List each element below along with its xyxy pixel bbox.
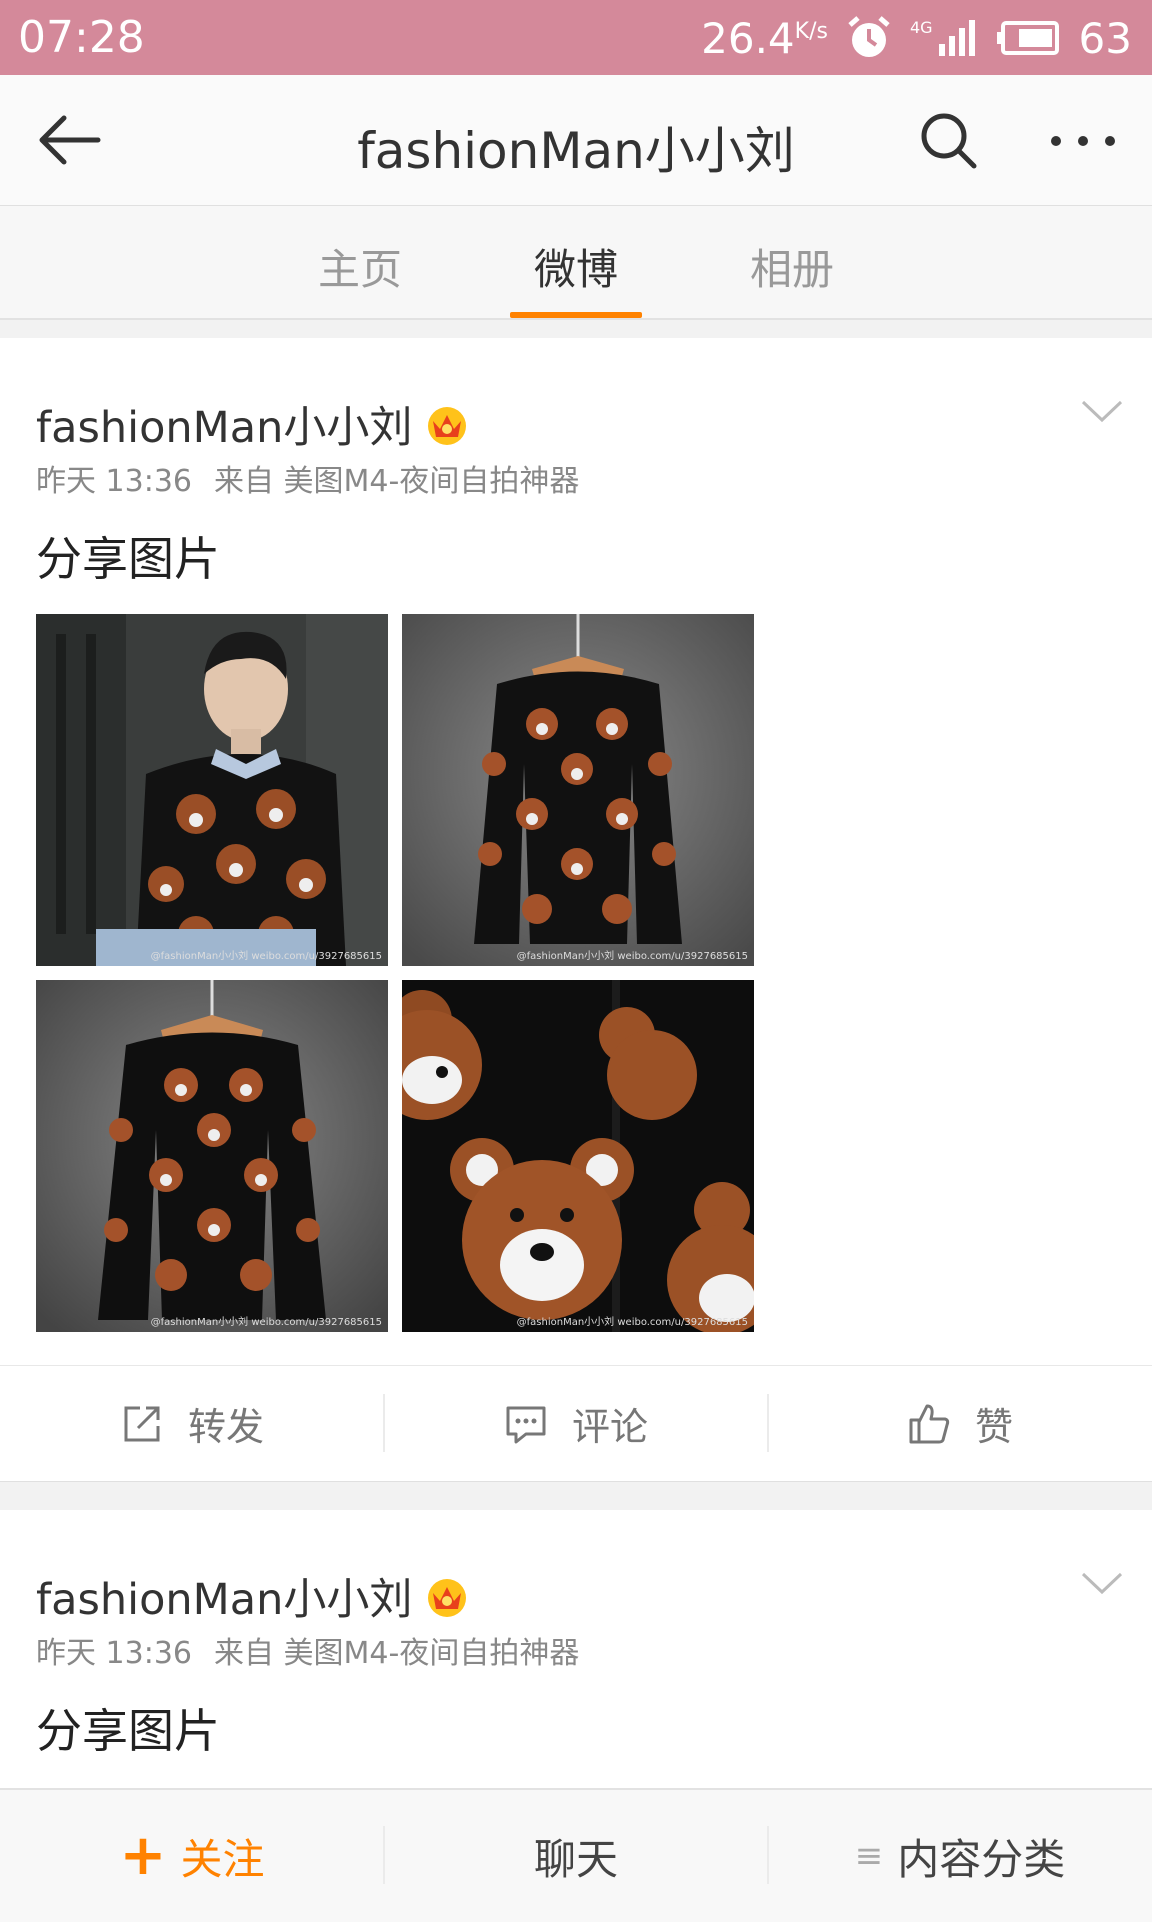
profile-tabs: 主页 微博 相册 xyxy=(0,206,1152,320)
like-button[interactable]: 赞 xyxy=(768,1366,1152,1481)
post-actions: 转发 评论 赞 xyxy=(0,1365,1152,1482)
comment-button[interactable]: 评论 xyxy=(384,1366,768,1481)
post-header: fashionMan小小刘 xyxy=(36,1565,470,1627)
signal-icon xyxy=(938,20,975,56)
post-source[interactable]: 来自 美图M4-夜间自拍神器 xyxy=(214,464,579,499)
list-menu-icon: ≡ xyxy=(854,1836,884,1876)
post-card: fashionMan小小刘 昨天 13:36 来自 美图M4-夜间自拍神器 分享图… xyxy=(0,338,1152,1482)
follow-label: 关注 xyxy=(180,1834,265,1884)
post-time: 昨天 13:36 xyxy=(36,1636,192,1671)
tab-weibo[interactable]: 微博 xyxy=(506,236,646,297)
categories-label: 内容分类 xyxy=(897,1834,1066,1884)
sweater-closeup-image xyxy=(402,980,754,1332)
like-label: 赞 xyxy=(974,1405,1013,1449)
model-photo-image xyxy=(36,614,388,966)
image-watermark: @fashionMan小小刘 weibo.com/u/3927685615 xyxy=(150,1317,382,1328)
plus-icon: + xyxy=(119,1823,167,1888)
active-tab-indicator xyxy=(510,312,642,318)
speed-value: 26.4 xyxy=(701,13,795,63)
post-author[interactable]: fashionMan小小刘 xyxy=(36,1565,412,1627)
post-image[interactable]: @fashionMan小小刘 weibo.com/u/3927685615 xyxy=(402,614,754,966)
image-watermark: @fashionMan小小刘 weibo.com/u/3927685615 xyxy=(150,951,382,962)
speed-unit: K/s xyxy=(794,18,828,44)
post-source[interactable]: 来自 美图M4-夜间自拍神器 xyxy=(214,1636,579,1671)
sweater-front-image xyxy=(36,980,388,1332)
tab-home[interactable]: 主页 xyxy=(290,236,430,297)
network-type: 4G xyxy=(909,17,933,37)
image-grid: @fashionMan小小刘 weibo.com/u/3927685615 @f… xyxy=(36,614,754,1342)
more-options-icon[interactable] xyxy=(1048,123,1118,159)
status-bar: 07:28 26.4K/s 4G 63 xyxy=(0,0,1152,75)
follow-button[interactable]: + 关注 xyxy=(0,1790,384,1922)
post-image[interactable]: @fashionMan小小刘 weibo.com/u/3927685615 xyxy=(36,980,388,1332)
chat-button[interactable]: 聊天 xyxy=(384,1790,768,1922)
search-icon[interactable] xyxy=(918,110,980,172)
chevron-down-icon[interactable] xyxy=(1080,398,1124,424)
content-categories-button[interactable]: ≡ 内容分类 xyxy=(768,1790,1152,1922)
image-watermark: @fashionMan小小刘 weibo.com/u/3927685615 xyxy=(516,951,748,962)
nav-bar: fashionMan小小刘 xyxy=(0,75,1152,206)
battery-level: 63 xyxy=(1078,13,1132,63)
network-speed: 26.4K/s xyxy=(701,14,828,63)
post-text: 分享图片 xyxy=(36,1704,220,1758)
post-text: 分享图片 xyxy=(36,532,220,586)
battery-icon xyxy=(996,21,1059,55)
image-watermark: @fashionMan小小刘 weibo.com/u/3927685615 xyxy=(516,1317,748,1328)
post-meta: 昨天 13:36 来自 美图M4-夜间自拍神器 xyxy=(36,456,579,500)
status-icons: 26.4K/s 4G 63 xyxy=(701,10,1132,66)
repost-button[interactable]: 转发 xyxy=(0,1366,384,1481)
post-author[interactable]: fashionMan小小刘 xyxy=(36,393,412,455)
repost-label: 转发 xyxy=(187,1405,264,1449)
alarm-icon xyxy=(848,16,890,57)
post-image[interactable]: @fashionMan小小刘 weibo.com/u/3927685615 xyxy=(36,614,388,966)
chevron-down-icon[interactable] xyxy=(1080,1570,1124,1596)
bottom-bar: + 关注 聊天 ≡ 内容分类 xyxy=(0,1788,1152,1922)
vip-crown-icon xyxy=(428,1579,467,1617)
vip-crown-icon xyxy=(428,407,467,445)
post-image[interactable]: @fashionMan小小刘 weibo.com/u/3927685615 xyxy=(402,980,754,1332)
thumbs-up-icon xyxy=(909,1404,950,1443)
post-header: fashionMan小小刘 xyxy=(36,393,470,455)
comment-icon xyxy=(506,1406,546,1443)
comment-label: 评论 xyxy=(571,1405,648,1449)
status-time: 07:28 xyxy=(18,12,145,63)
repost-icon xyxy=(124,1406,160,1441)
post-meta: 昨天 13:36 来自 美图M4-夜间自拍神器 xyxy=(36,1628,579,1672)
chat-label: 聊天 xyxy=(533,1834,618,1884)
sweater-hanger-image xyxy=(402,614,754,966)
tab-album[interactable]: 相册 xyxy=(722,236,862,297)
post-time: 昨天 13:36 xyxy=(36,464,192,499)
